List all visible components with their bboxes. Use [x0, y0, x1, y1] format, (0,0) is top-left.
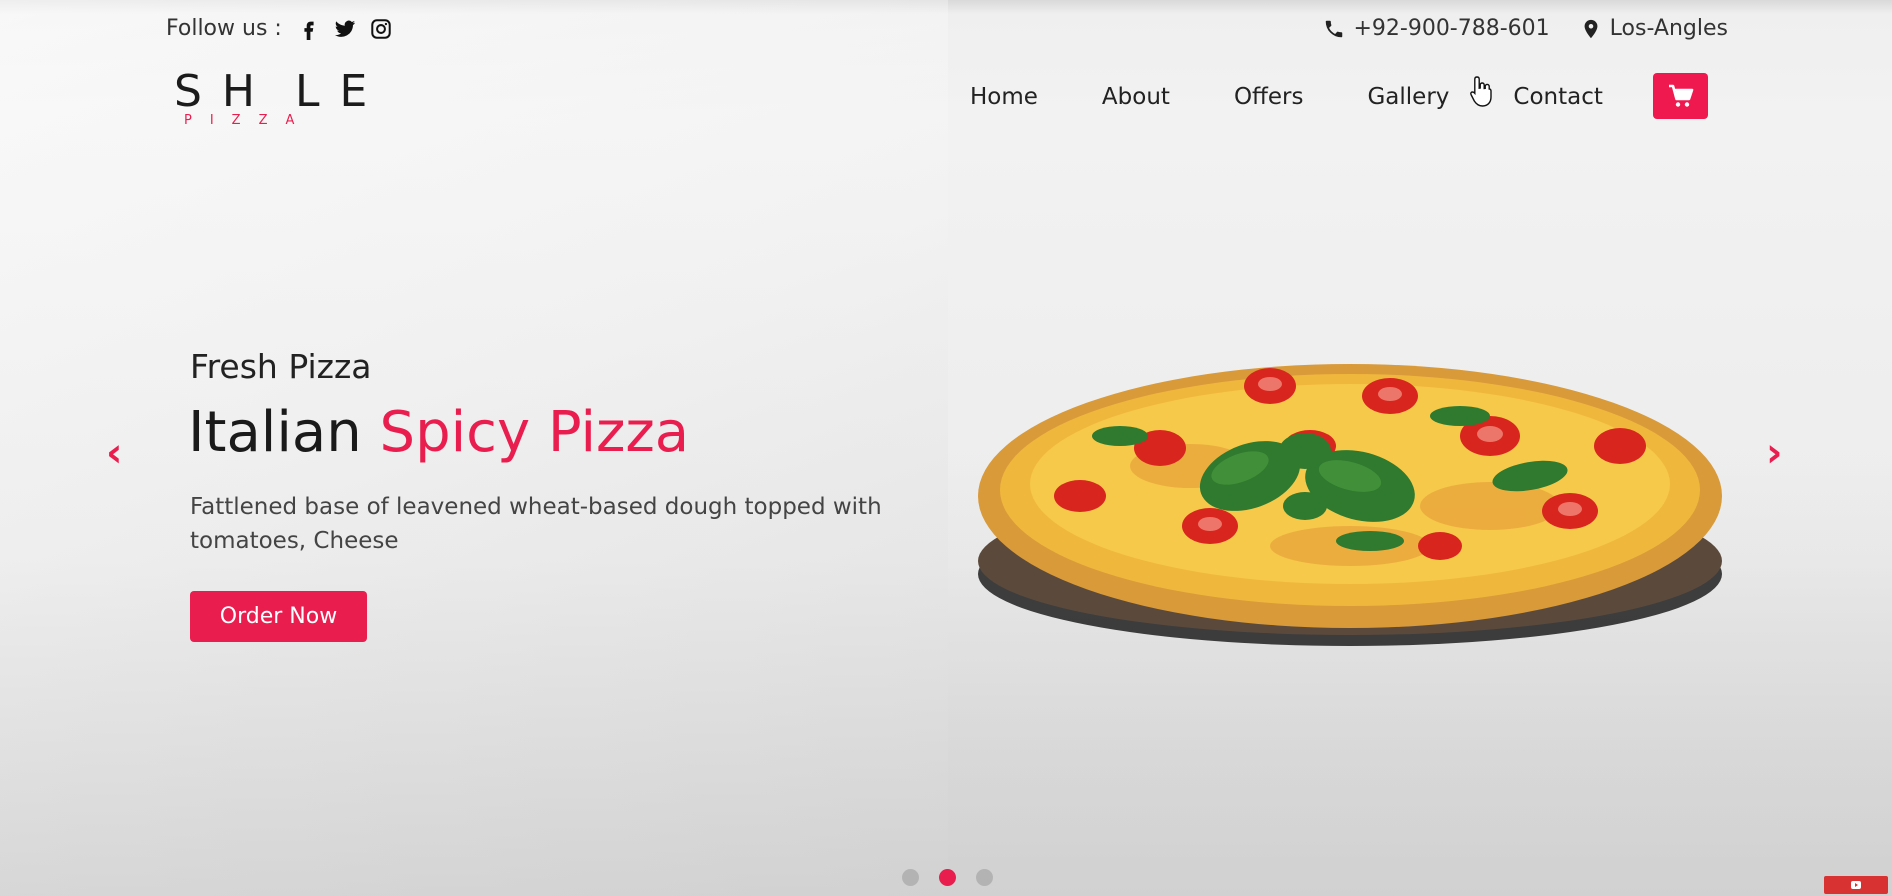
location-item[interactable]: Los-Angles — [1580, 16, 1728, 41]
logo-text-start: SH — [174, 66, 276, 117]
nav-about[interactable]: About — [1070, 84, 1202, 110]
twitter-icon[interactable] — [334, 18, 356, 40]
hero-title: Italian Spicy Pizza — [188, 400, 689, 465]
map-pin-icon — [1584, 19, 1598, 38]
follow-label: Follow us : — [166, 16, 282, 41]
carousel-next-button[interactable]: › — [1766, 430, 1782, 476]
hero-title-accent: Spicy Pizza — [379, 400, 690, 465]
pizza-image — [978, 364, 1722, 646]
nav-home[interactable]: Home — [970, 84, 1070, 110]
carousel-dot-2[interactable] — [939, 869, 956, 886]
phone-number: +92-900-788-601 — [1353, 16, 1550, 41]
carousel-dot-1[interactable] — [902, 869, 919, 886]
phone-icon — [1326, 20, 1343, 37]
hero-description: Fattlened base of leavened wheat-based d… — [190, 494, 882, 554]
order-now-button[interactable]: Order Now — [190, 591, 367, 642]
cart-icon — [1668, 84, 1693, 107]
subscribe-badge[interactable] — [1824, 876, 1888, 894]
follow-us: Follow us : — [166, 16, 392, 41]
main-nav: Home About Offers Gallery Contact — [970, 84, 1635, 110]
cart-button[interactable] — [1653, 73, 1708, 119]
location-text: Los-Angles — [1609, 16, 1728, 41]
carousel-prev-button[interactable]: ‹ — [106, 430, 122, 476]
hero-subtitle: Fresh Pizza — [190, 347, 372, 386]
carousel-dot-3[interactable] — [976, 869, 993, 886]
logo[interactable]: SH LE PIZZA — [174, 66, 374, 136]
phone-item[interactable]: +92-900-788-601 — [1323, 16, 1550, 41]
youtube-icon — [1851, 881, 1861, 889]
facebook-icon[interactable] — [298, 18, 320, 40]
hero-title-main: Italian — [188, 400, 362, 465]
instagram-icon[interactable] — [370, 18, 392, 40]
nav-offers[interactable]: Offers — [1202, 84, 1336, 110]
carousel-indicators — [902, 869, 993, 886]
hand-cursor-icon — [1470, 76, 1492, 107]
nav-gallery[interactable]: Gallery — [1335, 84, 1481, 110]
logo-text-end: LE — [295, 66, 388, 117]
contact-info: +92-900-788-601 Los-Angles — [1323, 16, 1728, 41]
top-bar: Follow us : +92-900-788-601 Los-Angles — [0, 14, 1892, 46]
nav-contact[interactable]: Contact — [1481, 84, 1634, 110]
logo-wordmark: SH LE — [174, 66, 374, 117]
